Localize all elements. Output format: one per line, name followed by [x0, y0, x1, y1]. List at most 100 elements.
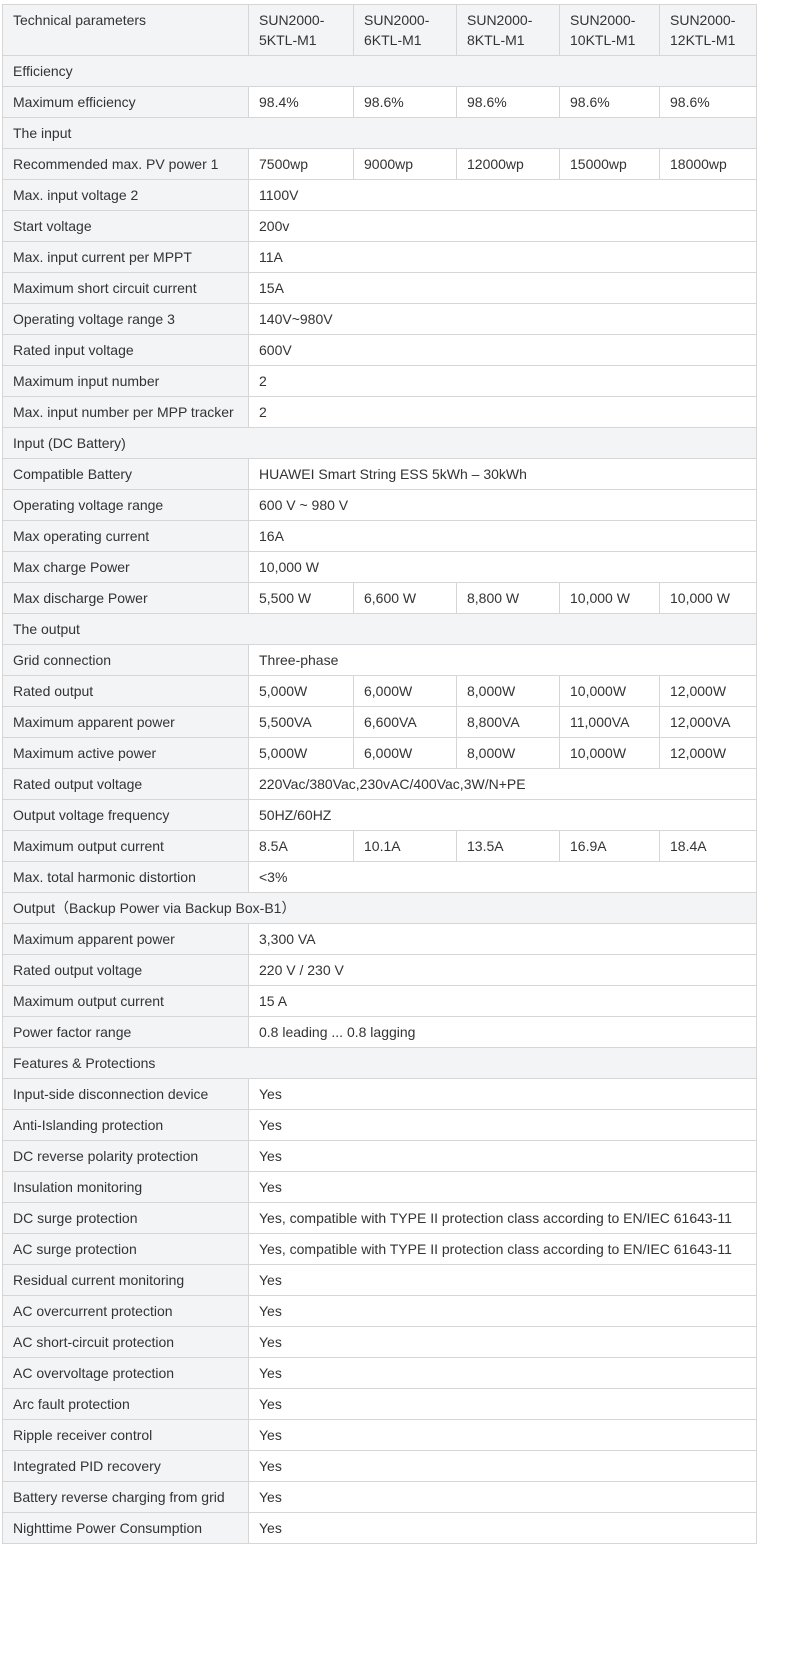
parameter-value: Yes: [248, 1512, 757, 1544]
section-row: Efficiency: [2, 55, 757, 87]
table-row: Grid connection Three-phase: [2, 644, 757, 676]
parameter-value: 8.5A: [248, 830, 354, 862]
parameter-value: 3,300 VA: [248, 923, 757, 955]
parameter-value: Yes: [248, 1326, 757, 1358]
parameter-value: 11A: [248, 241, 757, 273]
table-row: Maximum input number 2: [2, 365, 757, 397]
parameter-value: 2: [248, 365, 757, 397]
parameter-label: Max discharge Power: [2, 582, 249, 614]
parameter-value: Yes: [248, 1140, 757, 1172]
section-title: The output: [2, 613, 757, 645]
parameter-label: Max charge Power: [2, 551, 249, 583]
parameter-label: Nighttime Power Consumption: [2, 1512, 249, 1544]
parameter-label: Anti-Islanding protection: [2, 1109, 249, 1141]
section-row: The output: [2, 613, 757, 645]
parameter-label: Max. input voltage 2: [2, 179, 249, 211]
table-row: Anti-Islanding protection Yes: [2, 1109, 757, 1141]
parameter-value: 12,000W: [659, 737, 757, 769]
parameter-label: Max operating current: [2, 520, 249, 552]
parameter-value: Yes: [248, 1450, 757, 1482]
table-row: Operating voltage range 3 140V~980V: [2, 303, 757, 335]
parameter-value: Yes: [248, 1357, 757, 1389]
section-title: Input (DC Battery): [2, 427, 757, 459]
parameter-value: 200v: [248, 210, 757, 242]
table-row: Rated output voltage 220Vac/380Vac,230vAC…: [2, 768, 757, 800]
parameter-value: Yes: [248, 1419, 757, 1451]
parameter-value: 7500wp: [248, 148, 354, 180]
table-row: Battery reverse charging from grid Yes: [2, 1481, 757, 1513]
parameter-label: DC surge protection: [2, 1202, 249, 1234]
parameter-label: Maximum efficiency: [2, 86, 249, 118]
table-row: Compatible Battery HUAWEI Smart String ES…: [2, 458, 757, 490]
table-row: Maximum active power 5,000W 6,000W 8,000W 10…: [2, 737, 757, 769]
section-title: Efficiency: [2, 55, 757, 87]
section-title: The input: [2, 117, 757, 149]
parameter-label: Power factor range: [2, 1016, 249, 1048]
parameter-label: Maximum apparent power: [2, 923, 249, 955]
table-row: Operating voltage range 600 V ~ 980 V: [2, 489, 757, 521]
table-row: Max. input current per MPPT 11A: [2, 241, 757, 273]
table-row: Recommended max. PV power 1 7500wp 9000wp 1…: [2, 148, 757, 180]
table-row: Maximum short circuit current 15A: [2, 272, 757, 304]
parameter-label: Insulation monitoring: [2, 1171, 249, 1203]
parameter-value: 8,000W: [456, 737, 560, 769]
parameter-value: Yes: [248, 1078, 757, 1110]
parameter-value: Yes: [248, 1171, 757, 1203]
parameter-label: Maximum output current: [2, 985, 249, 1017]
parameter-value: 6,600VA: [353, 706, 457, 738]
parameter-value: 10,000 W: [248, 551, 757, 583]
parameter-value: 98.6%: [659, 86, 757, 118]
parameter-value: 10,000W: [559, 737, 660, 769]
parameter-label: Rated output: [2, 675, 249, 707]
table-row: Start voltage 200v: [2, 210, 757, 242]
parameter-value: 5,500 W: [248, 582, 354, 614]
parameter-value: 6,600 W: [353, 582, 457, 614]
section-title: Features & Protections: [2, 1047, 757, 1079]
parameter-value: 98.6%: [559, 86, 660, 118]
parameter-value: 2: [248, 396, 757, 428]
parameter-label: Max. total harmonic distortion: [2, 861, 249, 893]
table-row: AC surge protection Yes, compatible with …: [2, 1233, 757, 1265]
parameter-label: Rated output voltage: [2, 954, 249, 986]
parameter-value: <3%: [248, 861, 757, 893]
parameter-value: 16.9A: [559, 830, 660, 862]
table-row: Maximum efficiency 98.4% 98.6% 98.6% 98.6% 98…: [2, 86, 757, 118]
parameter-value: 10,000 W: [559, 582, 660, 614]
parameter-label: Maximum apparent power: [2, 706, 249, 738]
table-row: DC reverse polarity protection Yes: [2, 1140, 757, 1172]
parameter-label: Input-side disconnection device: [2, 1078, 249, 1110]
header-model: SUN2000-10KTL-M1: [559, 4, 660, 56]
header-label: Technical parameters: [2, 4, 249, 56]
parameter-value: 10,000 W: [659, 582, 757, 614]
parameter-label: Maximum input number: [2, 365, 249, 397]
parameter-value: HUAWEI Smart String ESS 5kWh – 30kWh: [248, 458, 757, 490]
parameter-value: Three-phase: [248, 644, 757, 676]
table-row: Ripple receiver control Yes: [2, 1419, 757, 1451]
parameter-value: Yes, compatible with TYPE II protection …: [248, 1202, 757, 1234]
table-row: Max operating current 16A: [2, 520, 757, 552]
parameter-value: 15A: [248, 272, 757, 304]
parameter-label: Grid connection: [2, 644, 249, 676]
parameter-value: Yes, compatible with TYPE II protection …: [248, 1233, 757, 1265]
parameter-label: Arc fault protection: [2, 1388, 249, 1420]
table-row: Power factor range 0.8 leading ... 0.8 la…: [2, 1016, 757, 1048]
table-row: Integrated PID recovery Yes: [2, 1450, 757, 1482]
parameter-value: 8,000W: [456, 675, 560, 707]
table-row: AC overcurrent protection Yes: [2, 1295, 757, 1327]
parameter-label: Residual current monitoring: [2, 1264, 249, 1296]
parameter-label: Battery reverse charging from grid: [2, 1481, 249, 1513]
parameter-label: Rated output voltage: [2, 768, 249, 800]
parameter-value: Yes: [248, 1388, 757, 1420]
table-row: Rated input voltage 600V: [2, 334, 757, 366]
table-row: Maximum output current 8.5A 10.1A 13.5A 16.9…: [2, 830, 757, 862]
parameter-value: Yes: [248, 1481, 757, 1513]
section-row: Input (DC Battery): [2, 427, 757, 459]
parameter-label: Start voltage: [2, 210, 249, 242]
parameter-value: 15000wp: [559, 148, 660, 180]
parameter-value: 220Vac/380Vac,230vAC/400Vac,3W/N+PE: [248, 768, 757, 800]
parameter-value: 600V: [248, 334, 757, 366]
parameter-label: Max. input number per MPP tracker: [2, 396, 249, 428]
parameter-value: 8,800VA: [456, 706, 560, 738]
parameter-label: Recommended max. PV power 1: [2, 148, 249, 180]
parameter-value: 5,500VA: [248, 706, 354, 738]
